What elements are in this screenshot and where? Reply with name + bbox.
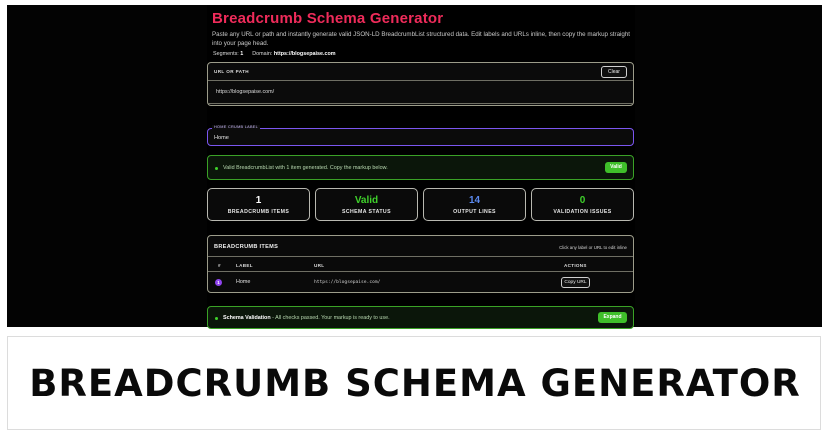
generator-app: Breadcrumb Schema Generator Paste any UR…: [207, 5, 635, 329]
column-actions: ACTIONS: [564, 263, 587, 268]
page-title: Breadcrumb Schema Generator: [212, 10, 444, 27]
status-message-bar: Valid BreadcrumbList with 1 item generat…: [207, 155, 634, 180]
validation-dot-icon: [215, 317, 218, 320]
items-panel-header: BREADCRUMB ITEMS Click any label or URL …: [208, 236, 633, 257]
validation-title: Schema Validation: [223, 315, 271, 321]
items-panel-title: BREADCRUMB ITEMS: [214, 244, 279, 250]
stat-label: BREADCRUMB ITEMS: [227, 209, 290, 215]
stat-value: 14: [468, 195, 481, 206]
segments-value: 1: [240, 51, 244, 57]
domain-label: Domain:: [252, 51, 273, 57]
segments-label: Segments:: [213, 51, 239, 57]
stat-schema-status: Valid SCHEMA STATUS: [315, 188, 418, 221]
url-meta-info: Segments: 1 Domain: https://blogsepaise.c…: [213, 51, 336, 57]
page-background: Breadcrumb Schema Generator Paste any UR…: [7, 5, 822, 329]
table-row: 1 Home https://blogsepaise.com/ Copy URL: [208, 273, 633, 292]
valid-badge: Valid: [605, 162, 627, 173]
schema-validation-panel: Schema Validation - All checks passed. Y…: [207, 306, 634, 329]
url-panel-header: URL OR PATH Clear: [208, 63, 633, 81]
status-message: Valid BreadcrumbList with 1 item generat…: [223, 165, 388, 171]
home-label-tag: HOME CRUMB LABEL: [212, 125, 261, 129]
expand-button[interactable]: Expand: [598, 312, 627, 323]
url-input-panel: URL OR PATH Clear https://blogsepaise.co…: [207, 62, 634, 106]
stat-value: 0: [579, 195, 586, 206]
clear-button[interactable]: Clear: [601, 66, 627, 78]
validation-message: - All checks passed. Your markup is read…: [270, 315, 390, 321]
row-index-badge: 1: [215, 279, 222, 286]
row-url[interactable]: https://blogsepaise.com/: [314, 280, 380, 285]
column-url: URL: [314, 263, 325, 268]
column-index: #: [218, 263, 221, 268]
domain-value: https://blogsepaise.com: [273, 51, 336, 57]
url-input-value: https://blogsepaise.com/: [216, 89, 275, 95]
stat-label: SCHEMA STATUS: [342, 209, 391, 215]
screenshot-frame: Breadcrumb Schema Generator Paste any UR…: [0, 0, 828, 330]
home-label-value: Home: [214, 135, 229, 141]
stat-label: OUTPUT LINES: [453, 209, 496, 215]
validation-summary: Schema Validation - All checks passed. Y…: [223, 315, 390, 321]
column-label: LABEL: [236, 263, 253, 268]
table-header-row: # LABEL URL ACTIONS: [208, 258, 633, 272]
status-dot-icon: [215, 167, 218, 170]
stat-output-lines: 14 OUTPUT LINES: [423, 188, 526, 221]
stat-label: VALIDATION ISSUES: [553, 209, 612, 215]
home-label-input[interactable]: HOME CRUMB LABEL Home: [207, 125, 634, 146]
stat-breadcrumb-items: 1 BREADCRUMB ITEMS: [207, 188, 310, 221]
copy-url-button[interactable]: Copy URL: [561, 277, 590, 288]
items-panel-hint: Click any label or URL to edit inline: [559, 245, 627, 250]
url-field-label: URL OR PATH: [214, 69, 250, 74]
url-input[interactable]: https://blogsepaise.com/: [208, 81, 633, 104]
stat-value: 1: [255, 195, 262, 206]
stat-validation-issues: 0 VALIDATION ISSUES: [531, 188, 634, 221]
row-label[interactable]: Home: [236, 279, 250, 285]
page-description: Paste any URL or path and instantly gene…: [212, 31, 630, 47]
breadcrumb-items-panel: BREADCRUMB ITEMS Click any label or URL …: [207, 235, 634, 293]
stat-value: Valid: [354, 195, 379, 206]
title-banner: BREADCRUMB SCHEMA GENERATOR: [7, 336, 821, 430]
banner-title: BREADCRUMB SCHEMA GENERATOR: [29, 362, 801, 405]
